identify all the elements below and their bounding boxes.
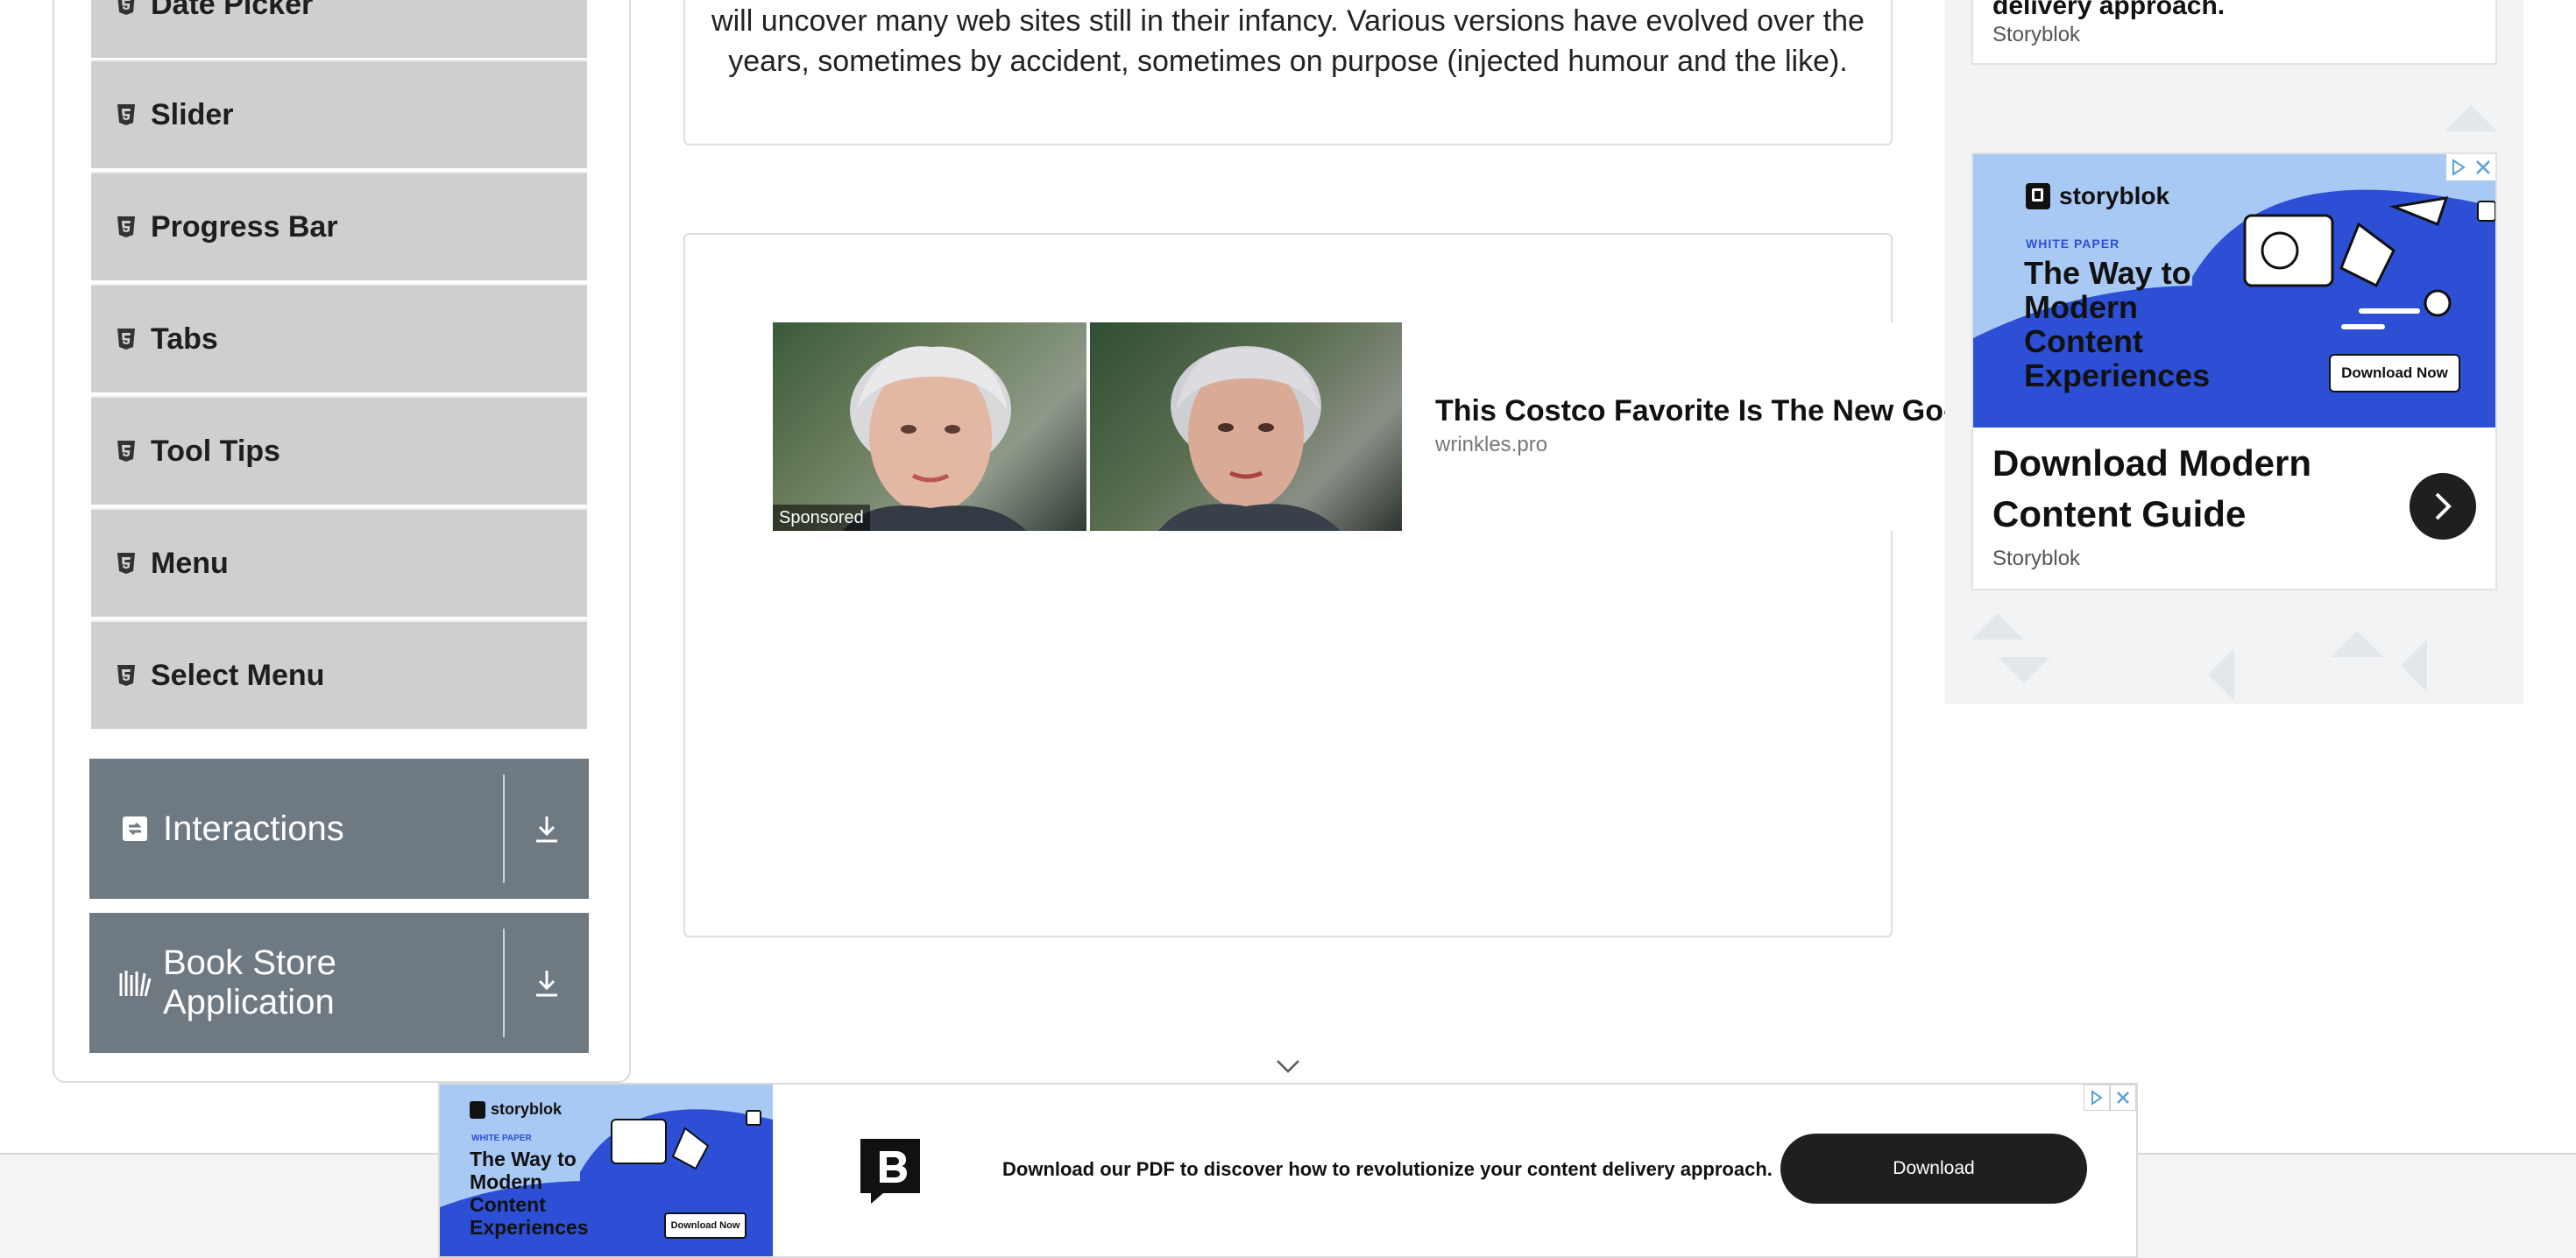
portrait-illustration bbox=[843, 346, 1027, 531]
sidebar-item-menu[interactable]: Menu bbox=[91, 508, 587, 617]
ad-image-right[interactable] bbox=[1090, 322, 1402, 531]
sidebar-item-label: Menu bbox=[151, 546, 229, 580]
sidebar-item-label: Slider bbox=[151, 97, 234, 131]
html5-icon bbox=[116, 439, 137, 463]
ad-domain: wrinkles.pro bbox=[1435, 433, 1548, 456]
html5-icon bbox=[116, 663, 137, 688]
adchoices-icon[interactable] bbox=[2446, 154, 2471, 180]
paragraph-line: years, sometimes by accident, sometimes … bbox=[728, 45, 1848, 78]
adchoices-icon[interactable] bbox=[2084, 1085, 2110, 1111]
ad-headline: This Costco Favorite Is The New Go-To bbox=[1435, 394, 1945, 428]
ad-headline: delivery approach. bbox=[1992, 0, 2226, 20]
close-icon[interactable] bbox=[2110, 1085, 2136, 1111]
html5-icon bbox=[116, 551, 137, 576]
group-header-interactions[interactable]: Interactions bbox=[89, 759, 589, 899]
divider bbox=[503, 929, 505, 1037]
banner-download-button[interactable]: Download Now bbox=[2329, 354, 2460, 392]
download-arrow-icon[interactable] bbox=[505, 913, 589, 1053]
sidebar-item-label: Tabs bbox=[151, 322, 218, 356]
kicker: WHITE PAPER bbox=[2026, 237, 2120, 251]
group-label: Book Store Application bbox=[163, 944, 336, 1021]
group-label: Interactions bbox=[163, 809, 344, 848]
bottom-ad-text: Download our PDF to discover how to revo… bbox=[1002, 1158, 1773, 1180]
ad-brand: Storyblok bbox=[1992, 547, 2081, 570]
adchoices[interactable] bbox=[2084, 1085, 2136, 1111]
storyblok-logo-icon bbox=[470, 1100, 485, 1119]
storyblok-logo-icon bbox=[2026, 183, 2050, 209]
sidebar-item-progress-bar[interactable]: Progress Bar bbox=[91, 172, 587, 280]
html5-icon bbox=[116, 0, 137, 17]
banner-title: The Way to Modern Content Experiences bbox=[470, 1148, 589, 1239]
ad-brand: Storyblok bbox=[1992, 23, 2081, 46]
ad-text-block[interactable]: This Costco Favorite Is The New Go-To wr… bbox=[1402, 322, 1945, 531]
sidebar-item-label: Tool Tips bbox=[151, 434, 280, 468]
interactions-icon bbox=[117, 811, 152, 846]
ad-card-top[interactable]: delivery approach. Storyblok bbox=[1971, 0, 2497, 65]
storyblok-logo: storyblok bbox=[2026, 182, 2169, 210]
sponsored-badge: Sponsored bbox=[773, 505, 870, 531]
sidebar-item-label: Date Picker bbox=[151, 0, 314, 21]
chevron-down-icon[interactable] bbox=[1276, 1058, 1300, 1078]
kicker: WHITE PAPER bbox=[471, 1134, 532, 1143]
adchoices[interactable] bbox=[2446, 154, 2495, 180]
sidebar-item-tool-tips[interactable]: Tool Tips bbox=[91, 396, 587, 505]
logo-text: storyblok bbox=[491, 1100, 563, 1118]
ad-banner[interactable]: storyblok WHITE PAPER The Way to Modern … bbox=[1973, 154, 2495, 428]
bottom-ad-image[interactable]: storyblok WHITE PAPER The Way to Modern … bbox=[440, 1085, 773, 1256]
portrait-illustration bbox=[1158, 346, 1341, 531]
logo-text: storyblok bbox=[2059, 182, 2170, 209]
sidebar-item-date-picker[interactable]: Date Picker bbox=[91, 0, 587, 58]
html5-icon bbox=[116, 327, 137, 351]
paragraph-line: will uncover many web sites still in the… bbox=[711, 4, 1865, 38]
divider bbox=[503, 774, 505, 883]
bottom-ad-banner[interactable]: storyblok WHITE PAPER The Way to Modern … bbox=[438, 1083, 2138, 1258]
banner-title: The Way to Modern Content Experiences bbox=[2024, 255, 2211, 393]
sidebar-item-slider[interactable]: Slider bbox=[91, 60, 587, 168]
chevron-right-icon[interactable] bbox=[2410, 473, 2476, 540]
sidebar-item-tabs[interactable]: Tabs bbox=[91, 284, 587, 392]
download-button[interactable]: Download bbox=[1780, 1134, 2087, 1204]
sidebar-item-select-menu[interactable]: Select Menu bbox=[91, 620, 587, 729]
download-arrow-icon[interactable] bbox=[505, 759, 589, 899]
sidebar-item-label: Select Menu bbox=[151, 658, 325, 692]
close-icon[interactable] bbox=[2471, 154, 2495, 180]
storyblok-logo-icon bbox=[857, 1135, 924, 1207]
storyblok-logo: storyblok bbox=[470, 1100, 562, 1119]
banner-download-button[interactable]: Download Now bbox=[664, 1212, 747, 1239]
books-icon bbox=[117, 965, 152, 1000]
html5-icon bbox=[116, 102, 137, 127]
group-header-book-store[interactable]: Book Store Application bbox=[89, 913, 589, 1053]
html5-icon bbox=[116, 215, 137, 239]
ad-card-storyblok[interactable]: storyblok WHITE PAPER The Way to Modern … bbox=[1971, 152, 2497, 590]
sidebar-item-label: Progress Bar bbox=[151, 209, 338, 244]
ad-image-left[interactable]: Sponsored bbox=[773, 322, 1086, 531]
ad-headline: Download Modern Content Guide bbox=[1992, 442, 2311, 534]
